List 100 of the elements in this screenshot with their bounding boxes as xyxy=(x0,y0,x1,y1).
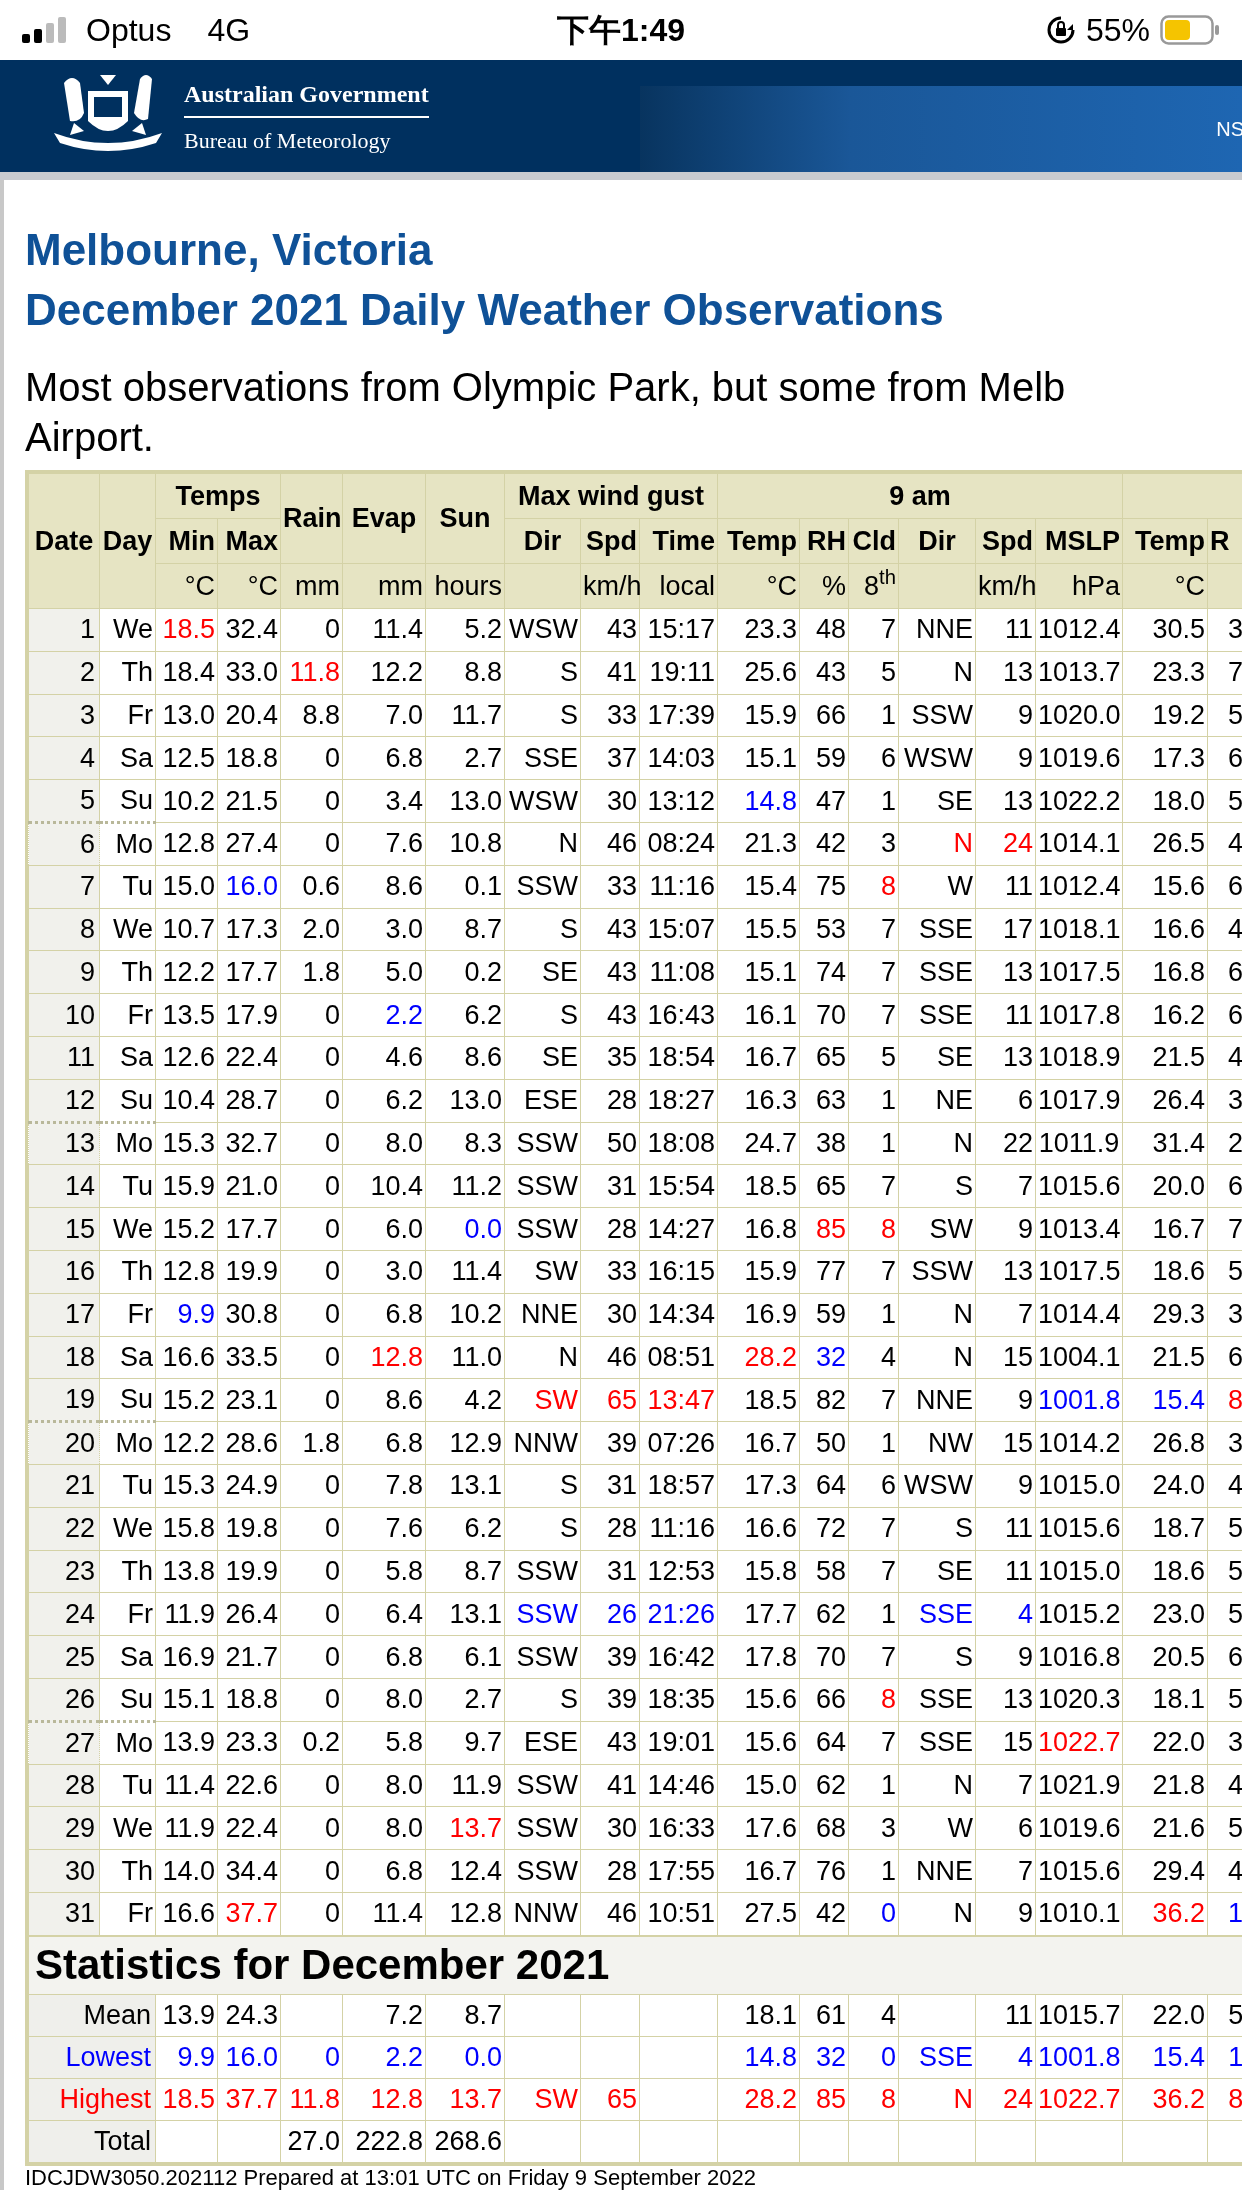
table-cell: 16.6 xyxy=(155,1336,218,1379)
table-cell: 5.8 xyxy=(342,1550,426,1593)
table-cell: 18:54 xyxy=(639,1036,718,1080)
table-cell: 46 xyxy=(580,1892,640,1936)
carrier-name: Optus xyxy=(86,11,172,50)
table-cell: 43 xyxy=(580,1721,640,1764)
table-cell: N xyxy=(504,1336,581,1379)
unit-label: % xyxy=(822,570,846,601)
table-cell: 0 xyxy=(280,1507,343,1551)
table-cell: 1 xyxy=(848,1421,899,1465)
table-cell: 17:55 xyxy=(639,1849,718,1893)
column-header: Temp xyxy=(717,518,800,564)
table-cell: 39 xyxy=(580,1635,640,1679)
table-cell: 11 xyxy=(975,865,1036,909)
table-cell: Tu xyxy=(99,1764,156,1807)
table-cell: 21.5 xyxy=(1122,1336,1208,1379)
table-cell: 1 xyxy=(848,1079,899,1123)
table-cell: 66 xyxy=(799,1678,849,1722)
table-cell: 2 xyxy=(1207,1122,1242,1165)
table-cell: 5 xyxy=(1207,1994,1242,2037)
table-cell: 0 xyxy=(280,1250,343,1294)
subtitle-text: Most observations from Olympic Park, but some from Melb xyxy=(25,364,1067,411)
table-cell: 33 xyxy=(580,694,640,737)
table-cell: 6.8 xyxy=(342,1635,426,1679)
table-cell: 24.7 xyxy=(717,1122,800,1165)
table-cell: 17.3 xyxy=(717,1464,800,1508)
column-header: Cld xyxy=(848,518,899,564)
row-label: Lowest xyxy=(28,2036,156,2079)
table-cell: 222.8 xyxy=(342,2120,426,2163)
table-cell: 26.4 xyxy=(1122,1079,1208,1123)
table-cell: 1022.2 xyxy=(1035,779,1123,823)
table-cell: 7 xyxy=(848,1164,899,1208)
table-cell: 11 xyxy=(975,1550,1036,1593)
bureau-name: Bureau of Meteorology xyxy=(184,126,392,155)
table-cell: 5 xyxy=(848,651,899,695)
table-cell: 8.6 xyxy=(342,865,426,909)
table-cell: 72 xyxy=(799,1507,849,1551)
table-cell: 20.0 xyxy=(1122,1164,1208,1208)
table-cell: SSE xyxy=(898,1721,976,1764)
table-cell: 6.8 xyxy=(342,1421,426,1465)
date-cell: 2 xyxy=(28,651,100,695)
table-cell: 15 xyxy=(975,1421,1036,1465)
unit-label: °C xyxy=(184,570,215,601)
table-cell: 15.2 xyxy=(155,1207,218,1251)
unit-label: mm xyxy=(378,570,423,601)
table-cell: 8.3 xyxy=(425,1122,505,1165)
table-cell: SSW xyxy=(898,1250,976,1294)
table-cell: 65 xyxy=(580,1378,640,1422)
table-cell: S xyxy=(898,1507,976,1551)
table-cell: 6.1 xyxy=(425,1635,505,1679)
table-cell: 6 xyxy=(848,1464,899,1508)
table-cell: 4 xyxy=(1207,908,1242,951)
table-cell: 17:39 xyxy=(639,694,718,737)
table-cell: 22.0 xyxy=(1122,1721,1208,1764)
table-cell: 12.4 xyxy=(425,1849,505,1893)
date-cell: 19 xyxy=(28,1378,100,1422)
table-cell: 11.9 xyxy=(425,1764,505,1807)
table-cell: 0 xyxy=(280,1764,343,1807)
table-cell: 76 xyxy=(799,1849,849,1893)
table-cell: We xyxy=(99,1806,156,1850)
date-cell: 29 xyxy=(28,1806,100,1850)
table-cell: 14.8 xyxy=(717,2036,800,2079)
table-cell: 1001.8 xyxy=(1035,2036,1123,2079)
table-cell: 1015.6 xyxy=(1035,1507,1123,1551)
table-cell: 65 xyxy=(799,1036,849,1080)
table-cell: 13.0 xyxy=(425,779,505,823)
table-cell: 5 xyxy=(1207,1550,1242,1593)
date-cell: 31 xyxy=(28,1892,100,1936)
table-cell: 1004.1 xyxy=(1035,1336,1123,1379)
table-cell: 9 xyxy=(975,1892,1036,1936)
table-cell: N xyxy=(898,651,976,695)
table-cell: 75 xyxy=(799,865,849,909)
column-header: Sun xyxy=(425,473,505,564)
table-cell: 15.1 xyxy=(155,1678,218,1722)
table-cell: 43 xyxy=(580,993,640,1037)
table-cell: 58 xyxy=(799,1550,849,1593)
table-cell: 11.2 xyxy=(425,1164,505,1208)
table-cell: 39 xyxy=(580,1678,640,1722)
table-cell: 16.3 xyxy=(717,1079,800,1123)
table-cell: 11.7 xyxy=(425,694,505,737)
table-cell: 7 xyxy=(848,1507,899,1551)
table-cell: Fr xyxy=(99,1293,156,1337)
network-type: 4G xyxy=(207,11,251,50)
table-cell: 9.7 xyxy=(425,1721,505,1764)
table-cell: 10.4 xyxy=(155,1079,218,1123)
table-cell: 16.9 xyxy=(155,1635,218,1679)
table-cell: 32.4 xyxy=(217,608,281,652)
table-cell: SSE xyxy=(898,908,976,951)
table-cell: 16.9 xyxy=(717,1293,800,1337)
table-cell: 16.8 xyxy=(717,1207,800,1251)
unit-label: local xyxy=(659,570,715,601)
row-label: Total xyxy=(28,2120,156,2163)
table-cell: 1010.1 xyxy=(1035,1892,1123,1936)
table-cell: 17.7 xyxy=(217,1207,281,1251)
page-title: Melbourne, Victoria xyxy=(25,224,434,276)
column-header: Spd xyxy=(580,518,640,564)
table-cell: 14.0 xyxy=(155,1849,218,1893)
table-cell: 17.3 xyxy=(217,908,281,951)
table-cell: 64 xyxy=(799,1464,849,1508)
table-cell: S xyxy=(504,1678,581,1722)
